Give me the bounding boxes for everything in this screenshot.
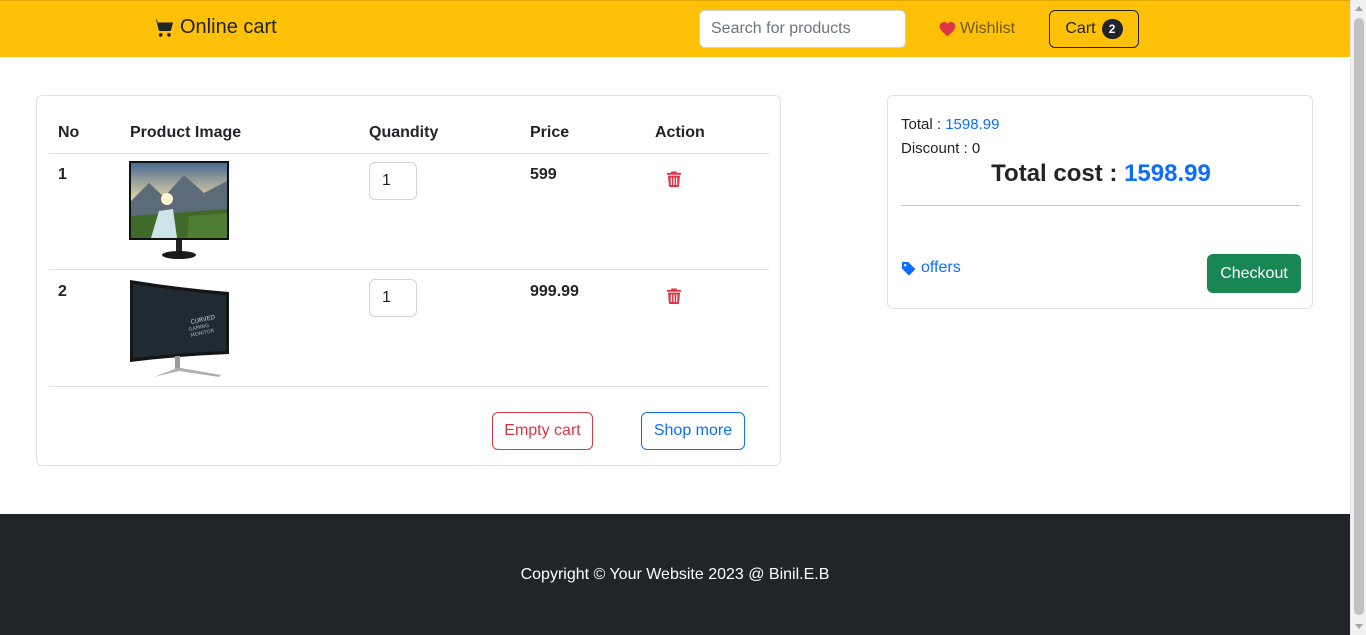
quantity-input[interactable] — [369, 162, 417, 200]
total-value: 1598.99 — [945, 116, 1000, 133]
trash-icon[interactable] — [667, 171, 681, 187]
row-price: 999.99 — [530, 283, 579, 300]
discount-label: Discount : — [901, 140, 968, 157]
total-line: Total : 1598.99 — [901, 116, 999, 133]
table-header: No Product Image Quandity Price Action — [49, 124, 769, 154]
curved-monitor-image: CURVED GAMING MONITOR — [130, 280, 229, 377]
header-product-image: Product Image — [130, 124, 242, 141]
header-quantity: Quandity — [369, 124, 439, 141]
shop-more-button[interactable]: Shop more — [641, 412, 745, 450]
cart-count-badge: 2 — [1101, 19, 1123, 39]
total-cost-value: 1598.99 — [1124, 160, 1211, 187]
search-input[interactable] — [699, 10, 906, 48]
empty-cart-button[interactable]: Empty cart — [492, 412, 593, 450]
table-row: 2 CURVED GAMING MONITOR 999.99 — [49, 270, 769, 387]
order-summary-card: Total : 1598.99 Discount : 0 Total cost … — [887, 95, 1313, 309]
total-cost: Total cost : 1598.99 — [888, 160, 1314, 188]
wishlist-link[interactable]: Wishlist — [939, 20, 1015, 38]
header-price: Price — [530, 124, 570, 141]
footer-copyright: Copyright © Your Website 2023 @ Binil.E.… — [520, 566, 830, 583]
row-number: 2 — [58, 283, 67, 300]
offers-label: offers — [921, 259, 961, 276]
cart-button[interactable]: Cart 2 — [1049, 10, 1139, 48]
discount-value: 0 — [971, 140, 981, 157]
scroll-up-arrow-icon[interactable] — [1355, 6, 1363, 11]
navbar: Online cart Wishlist Cart 2 — [0, 0, 1350, 57]
brand-link[interactable]: Online cart — [152, 16, 277, 39]
quantity-input[interactable] — [369, 279, 417, 317]
cart-table-card: No Product Image Quandity Price Action 1 — [36, 95, 781, 466]
scroll-down-arrow-icon[interactable] — [1355, 624, 1363, 629]
cart-icon — [152, 18, 174, 37]
header-no: No — [58, 124, 80, 141]
monitor-landscape-image — [129, 161, 229, 259]
table-row: 1 599 — [49, 153, 769, 270]
discount-line: Discount : 0 — [901, 140, 980, 157]
row-number: 1 — [58, 166, 67, 183]
wishlist-label: Wishlist — [960, 20, 1016, 37]
page: Online cart Wishlist Cart 2 No Product I… — [0, 0, 1350, 635]
heart-icon — [939, 22, 956, 37]
cart-label: Cart — [1065, 20, 1096, 37]
brand-label: Online cart — [180, 16, 277, 38]
checkout-button[interactable]: Checkout — [1207, 254, 1301, 293]
total-cost-label: Total cost : — [991, 160, 1118, 187]
header-action: Action — [655, 124, 705, 141]
vertical-scrollbar[interactable] — [1350, 0, 1366, 635]
footer: Copyright © Your Website 2023 @ Binil.E.… — [0, 514, 1350, 635]
offers-link[interactable]: offers — [901, 259, 961, 277]
total-label: Total : — [901, 116, 942, 133]
row-price: 599 — [530, 166, 557, 183]
scrollbar-thumb[interactable] — [1354, 18, 1364, 615]
trash-icon[interactable] — [667, 288, 681, 304]
summary-divider — [901, 205, 1300, 206]
tag-icon — [901, 261, 916, 275]
